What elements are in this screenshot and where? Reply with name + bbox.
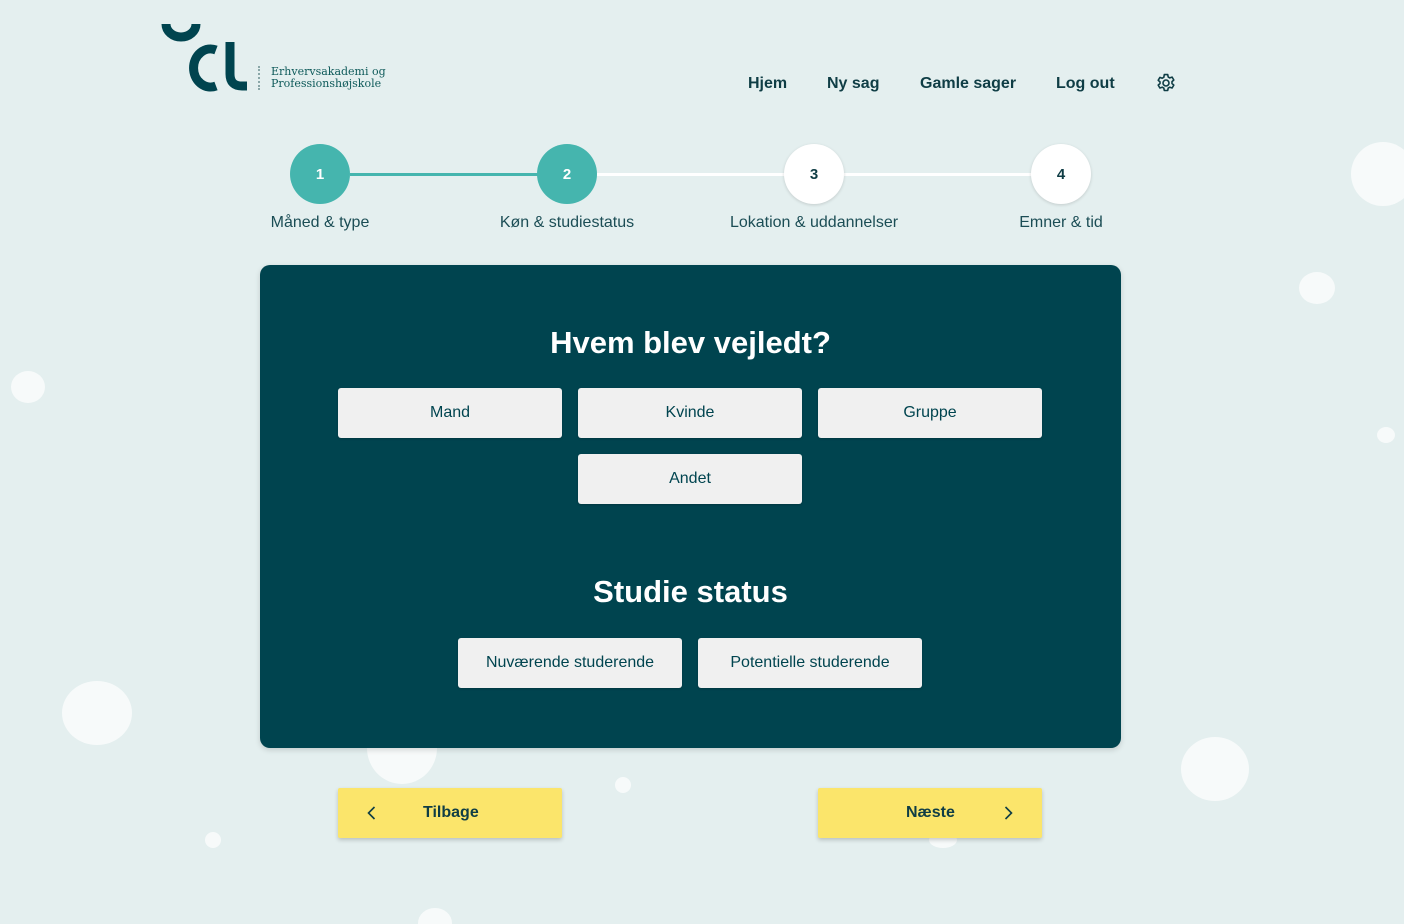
background-bubble (1181, 737, 1249, 801)
background-bubble (1299, 272, 1335, 304)
next-button[interactable]: Næste (818, 788, 1042, 838)
nav-home-link[interactable]: Hjem (748, 75, 787, 93)
nav-new-case-link[interactable]: Ny sag (827, 75, 879, 93)
logo-divider (258, 66, 262, 90)
nav-logout-link[interactable]: Log out (1056, 75, 1115, 93)
background-bubble (418, 908, 452, 924)
option-andet-button[interactable]: Andet (578, 454, 802, 504)
ucl-logo-mark (161, 23, 247, 92)
stepper-connector-pending (597, 173, 785, 176)
status-section-title: Studie status (593, 574, 788, 609)
back-button-label: Tilbage (423, 804, 479, 821)
step-1-label: Måned & type (270, 214, 370, 231)
gear-icon[interactable] (1154, 72, 1178, 96)
form-card: Hvem blev vejledt? Mand Kvinde Gruppe An… (260, 265, 1121, 748)
step-3-circle[interactable]: 3 (784, 144, 844, 204)
option-gruppe-button[interactable]: Gruppe (818, 388, 1042, 438)
option-mand-button[interactable]: Mand (338, 388, 562, 438)
stepper-connector-complete (350, 173, 538, 176)
stepper-connector-pending (844, 173, 1032, 176)
background-bubble (1377, 427, 1395, 443)
option-kvinde-button[interactable]: Kvinde (578, 388, 802, 438)
background-bubble (11, 371, 45, 403)
gender-section-title: Hvem blev vejledt? (550, 325, 831, 360)
step-4-circle[interactable]: 4 (1031, 144, 1091, 204)
step-1-circle[interactable]: 1 (290, 144, 350, 204)
next-button-label: Næste (906, 804, 955, 821)
option-potential-student-button[interactable]: Potentielle studerende (698, 638, 922, 688)
ucl-logo[interactable]: Erhvervsakademi og Professionshøjskole (160, 22, 390, 92)
background-bubble (615, 777, 631, 793)
background-bubble (62, 681, 132, 745)
nav-old-cases-link[interactable]: Gamle sager (920, 75, 1016, 93)
step-3-label: Lokation & uddannelser (729, 214, 899, 231)
background-bubble (205, 832, 221, 848)
background-bubble (1351, 142, 1404, 206)
chevron-right-icon (1004, 806, 1013, 820)
logo-line-2: Professionshøjskole (271, 77, 382, 90)
step-4-label: Emner & tid (1019, 214, 1103, 231)
logo-text: Erhvervsakademi og Professionshøjskole (271, 66, 386, 90)
chevron-left-icon (367, 806, 376, 820)
option-current-student-button[interactable]: Nuværende studerende (458, 638, 682, 688)
step-2-circle[interactable]: 2 (537, 144, 597, 204)
step-2-label: Køn & studiestatus (499, 214, 635, 231)
back-button[interactable]: Tilbage (338, 788, 562, 838)
page: Erhvervsakademi og Professionshøjskole H… (0, 0, 1404, 924)
